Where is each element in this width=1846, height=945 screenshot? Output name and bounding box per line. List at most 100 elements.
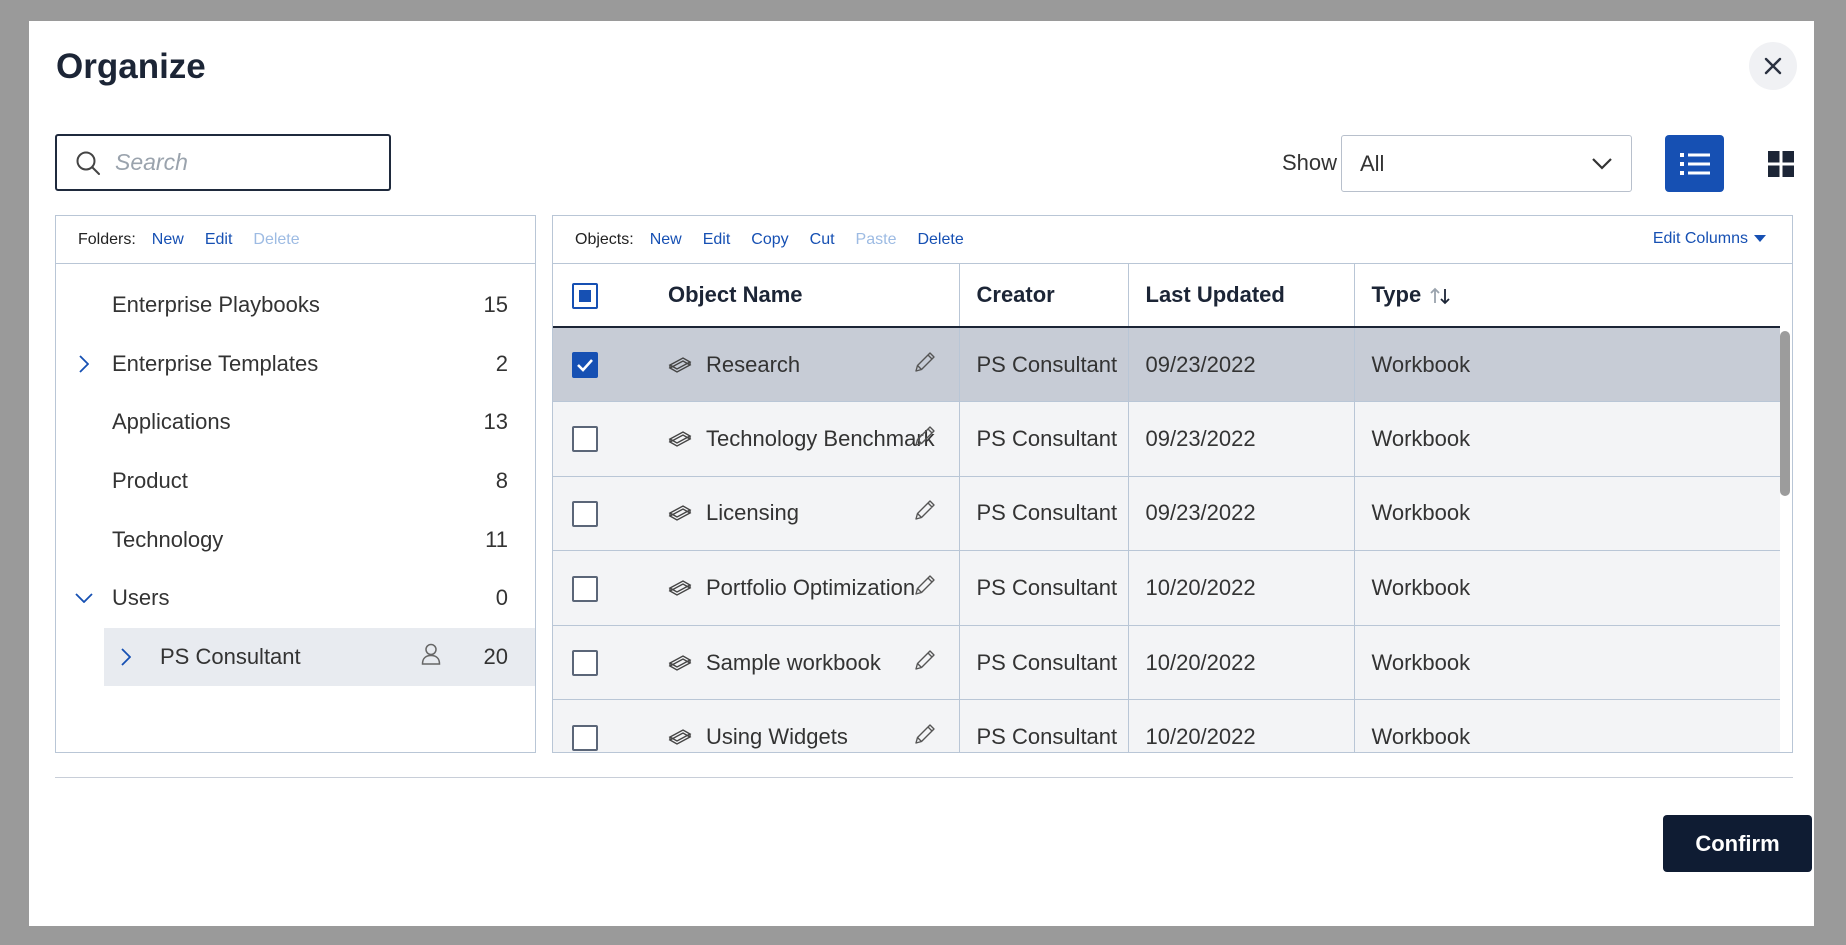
folder-item[interactable]: Enterprise Playbooks 15 <box>56 276 535 335</box>
column-header-creator[interactable]: Creator <box>959 264 1129 328</box>
table-row[interactable]: Research PS Consultant 09/23/2022 Workbook <box>553 327 1780 403</box>
creator-cell: PS Consultant <box>959 401 1129 477</box>
object-name-cell[interactable]: Technology Benchmark <box>651 401 960 477</box>
object-name-cell[interactable]: Licensing <box>651 476 960 552</box>
folder-item[interactable]: Product 8 <box>56 452 535 511</box>
pencil-icon[interactable] <box>913 350 937 374</box>
table-row[interactable]: Licensing PS Consultant 09/23/2022 Workbook <box>553 476 1780 552</box>
folder-count: 15 <box>483 292 508 318</box>
folder-new-button[interactable]: New <box>152 231 184 249</box>
folder-item-selected[interactable]: PS Consultant 20 <box>104 627 535 687</box>
folder-edit-button[interactable]: Edit <box>205 231 233 249</box>
column-header-object-name[interactable]: Object Name <box>651 264 960 328</box>
pencil-icon[interactable] <box>913 573 937 597</box>
row-checkbox[interactable] <box>572 352 598 379</box>
pencil-icon[interactable] <box>913 498 937 522</box>
object-name-cell[interactable]: Portfolio Optimization <box>651 550 960 626</box>
grid-view-button[interactable] <box>1752 135 1809 192</box>
type-cell: Workbook <box>1354 327 1780 403</box>
sort-icon[interactable] <box>1429 286 1451 306</box>
workbook-icon <box>668 654 692 671</box>
folder-delete-button[interactable]: Delete <box>253 231 299 249</box>
object-name: Licensing <box>706 500 799 526</box>
organize-dialog: Organize Show All Folders: New Edit Dele… <box>29 21 1814 926</box>
object-new-button[interactable]: New <box>650 231 682 249</box>
search-icon <box>76 151 100 175</box>
pencil-icon[interactable] <box>913 648 937 672</box>
row-select-cell <box>553 625 651 701</box>
list-view-button[interactable] <box>1665 135 1724 192</box>
objects-label: Objects: <box>575 230 634 248</box>
show-select[interactable]: All <box>1341 135 1632 192</box>
last-updated-cell: 09/23/2022 <box>1128 476 1355 552</box>
rename-button[interactable] <box>913 424 937 454</box>
row-select-cell <box>553 550 651 626</box>
object-paste-button[interactable]: Paste <box>856 231 897 249</box>
folder-item[interactable]: Technology 11 <box>56 510 535 569</box>
workbook-icon <box>668 356 692 373</box>
pencil-icon[interactable] <box>913 722 937 746</box>
row-checkbox[interactable] <box>572 724 598 751</box>
creator-cell: PS Consultant <box>959 476 1129 552</box>
chevron-right-icon <box>79 355 89 373</box>
expand-toggle[interactable] <box>74 354 94 374</box>
folder-item[interactable]: Applications 13 <box>56 393 535 452</box>
folder-name: Enterprise Playbooks <box>112 292 320 318</box>
object-name-cell[interactable]: Using Widgets <box>651 699 960 752</box>
folders-toolbar: Folders: New Edit Delete <box>56 216 535 264</box>
confirm-button[interactable]: Confirm <box>1663 815 1812 872</box>
select-all-checkbox[interactable] <box>572 282 598 309</box>
workbook-icon-wrap <box>668 504 692 522</box>
workbook-icon-wrap <box>668 356 692 374</box>
row-checkbox[interactable] <box>572 501 598 528</box>
close-button[interactable] <box>1749 42 1797 90</box>
row-checkbox[interactable] <box>572 650 598 677</box>
column-header-last-updated[interactable]: Last Updated <box>1128 264 1355 328</box>
object-name-cell[interactable]: Sample workbook <box>651 625 960 701</box>
object-edit-button[interactable]: Edit <box>703 231 731 249</box>
table-row[interactable]: Using Widgets PS Consultant 10/20/2022 Work… <box>553 699 1780 752</box>
type-cell: Workbook <box>1354 699 1780 752</box>
pencil-icon[interactable] <box>913 424 937 448</box>
edit-columns-button[interactable]: Edit Columns <box>1653 230 1766 248</box>
rename-button[interactable] <box>913 350 937 380</box>
row-checkbox[interactable] <box>572 575 598 602</box>
folder-count: 20 <box>483 643 508 669</box>
search-field[interactable] <box>55 134 391 191</box>
search-input[interactable] <box>115 149 365 176</box>
table-row[interactable]: Sample workbook PS Consultant 10/20/2022 Wo… <box>553 625 1780 701</box>
rename-button[interactable] <box>913 573 937 603</box>
folder-count: 11 <box>485 526 508 552</box>
table-row[interactable]: Technology Benchmark PS Consultant 09/23/2… <box>553 401 1780 477</box>
folder-item[interactable]: Enterprise Templates 2 <box>56 335 535 394</box>
last-updated-cell: 10/20/2022 <box>1128 550 1355 626</box>
object-name-cell[interactable]: Research <box>651 327 960 403</box>
folder-list: Enterprise Playbooks 15 Enterprise Templ… <box>56 264 535 687</box>
folder-count: 2 <box>495 350 508 376</box>
chevron-down-icon <box>1592 157 1612 170</box>
rename-button[interactable] <box>913 498 937 528</box>
user-icon <box>421 643 441 671</box>
objects-table: Object Name Creator Last Updated Type Re… <box>553 264 1780 752</box>
type-cell: Workbook <box>1354 476 1780 552</box>
list-view-icon <box>1679 152 1710 175</box>
object-delete-button[interactable]: Delete <box>917 231 963 249</box>
rename-button[interactable] <box>913 722 937 752</box>
folder-name: PS Consultant <box>160 643 301 669</box>
row-checkbox[interactable] <box>572 426 598 453</box>
object-name: Research <box>706 351 801 377</box>
object-copy-button[interactable]: Copy <box>751 231 788 249</box>
table-row[interactable]: Portfolio Optimization PS Consultant 10/20… <box>553 550 1780 626</box>
rename-button[interactable] <box>913 648 937 678</box>
workbook-icon <box>668 431 692 447</box>
folder-name: Enterprise Templates <box>112 350 319 376</box>
folder-name: Applications <box>112 409 231 435</box>
folder-item[interactable]: Users 0 <box>56 569 535 628</box>
table-scrollbar[interactable] <box>1780 331 1790 496</box>
object-name: Portfolio Optimization <box>706 575 916 601</box>
collapse-toggle[interactable] <box>74 588 94 608</box>
folders-label: Folders: <box>78 230 136 248</box>
column-header-type[interactable]: Type <box>1354 264 1780 328</box>
expand-toggle[interactable] <box>116 647 136 667</box>
object-cut-button[interactable]: Cut <box>810 231 835 249</box>
